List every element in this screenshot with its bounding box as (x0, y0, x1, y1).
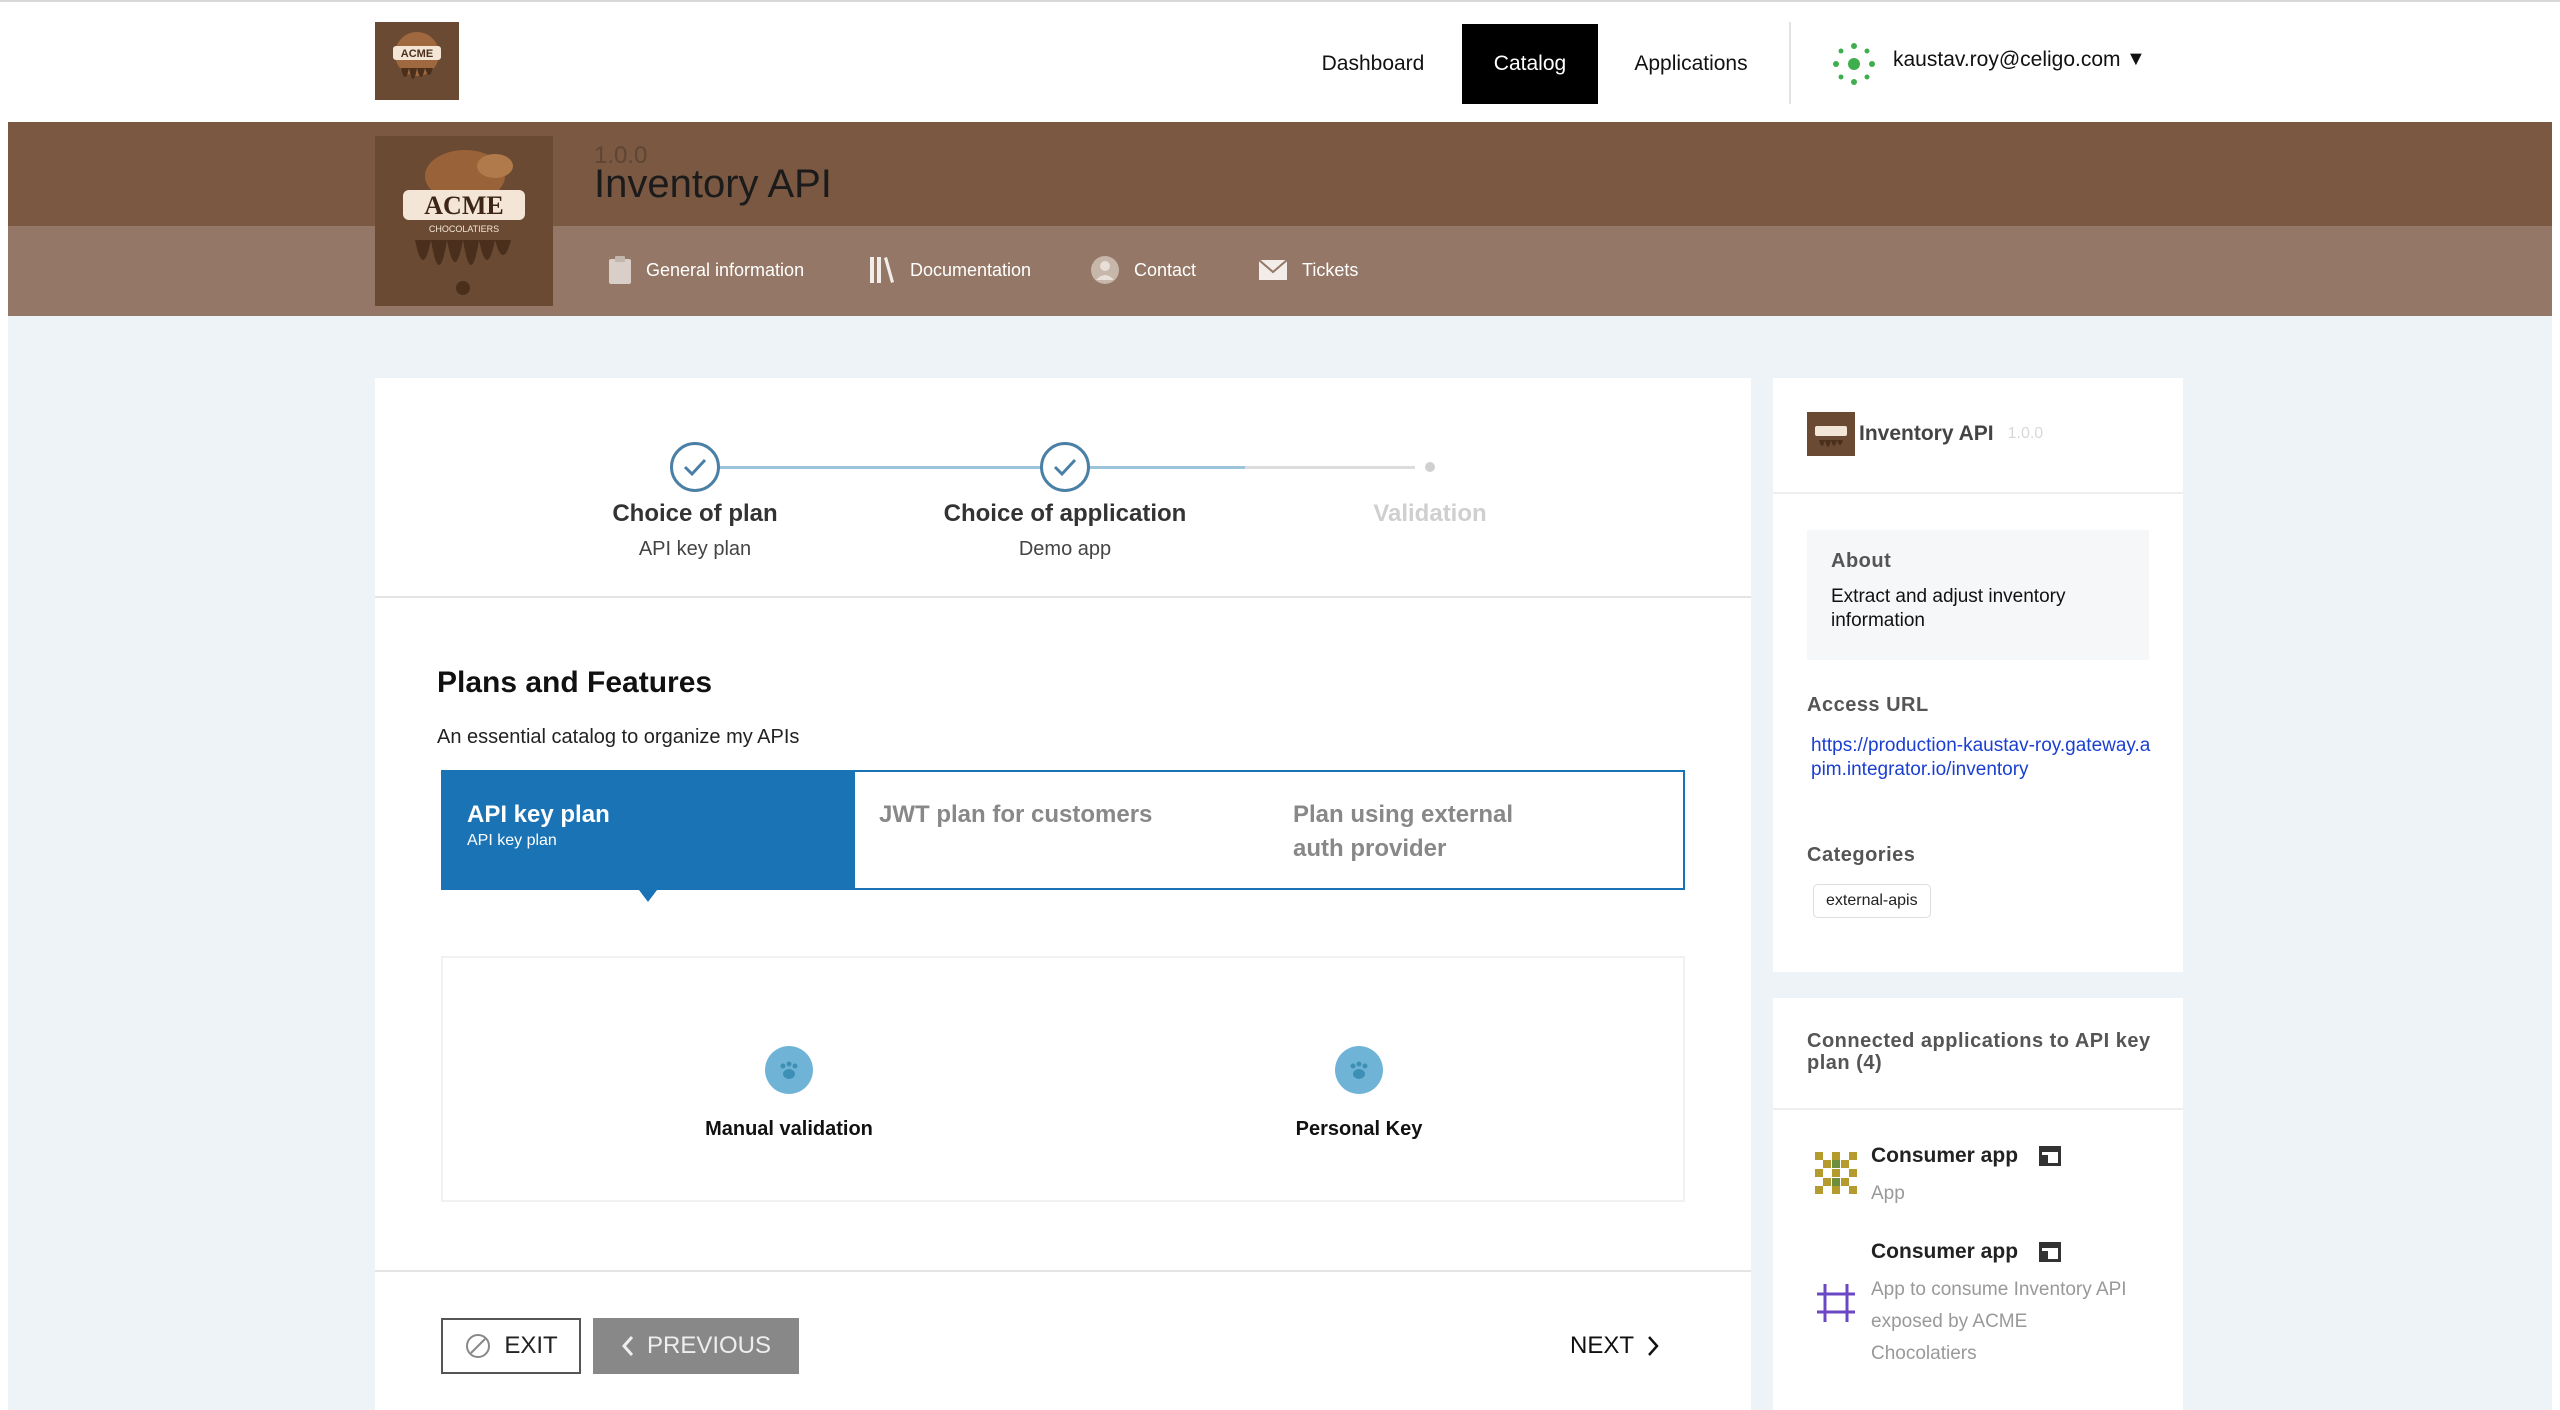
app-avatar-icon (1815, 1152, 1857, 1194)
tab-label: Tickets (1302, 259, 1359, 280)
tab-label: General information (646, 259, 805, 280)
next-button[interactable]: NEXT (1555, 1318, 1675, 1374)
acme-logo[interactable]: ACME (375, 22, 459, 100)
about-box: About Extract and adjust inventory infor… (1807, 530, 2149, 660)
application-window-icon (2039, 1242, 2062, 1262)
plan-name: API key plan (467, 801, 610, 828)
divider (1773, 1108, 2183, 1110)
plan-sub: API key plan (467, 832, 557, 849)
clipboard-icon (609, 256, 631, 284)
plan-external-auth[interactable]: Plan using external auth provider (1269, 772, 1569, 888)
about-label: About (1831, 550, 1892, 572)
cancel-icon (466, 1334, 491, 1358)
api-info-header: Inventory API 1.0.0 (1807, 412, 2043, 456)
feature-label: Personal Key (1295, 1118, 1423, 1140)
divider (375, 596, 1751, 598)
category-tag[interactable]: external-apis (1813, 884, 1931, 918)
plan-api-key[interactable]: API key plan API key plan (443, 772, 855, 888)
app-name-text: Consumer app (1871, 1240, 2019, 1263)
app-avatar-icon (1817, 1284, 1855, 1322)
step-subtitle: API key plan (638, 538, 752, 560)
tab-label: Documentation (910, 259, 1032, 280)
top-navigation: ACME Dashboard Catalog Applications kaus… (0, 0, 2560, 122)
feature-label: Manual validation (705, 1118, 873, 1140)
list-item[interactable]: Consumer app App (1811, 1144, 2151, 1214)
step-title: Choice of plan (612, 500, 778, 527)
nav-divider (1789, 22, 1791, 104)
chevron-down-icon[interactable]: ▼ (2126, 48, 2146, 71)
chevron-right-icon (1648, 1336, 1659, 1356)
api-title: Inventory API (594, 162, 832, 206)
selected-plan-pointer (639, 890, 657, 902)
svg-text:ACME: ACME (401, 48, 433, 60)
acme-chocolatiers-logo: ACME CHOCOLATIERS (375, 136, 553, 306)
about-text: Extract and adjust inventory information (1831, 586, 2066, 631)
tab-documentation[interactable]: Documentation (868, 250, 1031, 290)
api-header: ACME CHOCOLATIERS 1.0.0 Inventory API Ge… (8, 122, 2552, 316)
acme-logo (1807, 412, 1855, 456)
exit-label: EXIT (504, 1332, 558, 1359)
step-title: Choice of application (943, 500, 1187, 527)
person-icon (1091, 256, 1119, 284)
exit-button[interactable]: EXIT (441, 1318, 581, 1374)
books-icon (870, 257, 894, 283)
step-2-check-icon (1040, 442, 1090, 492)
step-connector (1065, 466, 1245, 469)
nav-applications[interactable]: Applications (1618, 24, 1764, 104)
access-url-link[interactable]: https://production-kaustav-roy.gateway.a… (1811, 734, 2151, 782)
chevron-left-icon (621, 1336, 634, 1356)
app-name-text: Consumer app (1871, 1144, 2019, 1167)
step-1-check-icon (670, 442, 720, 492)
step-subtitle: Demo app (1018, 538, 1112, 560)
svg-text:ACME: ACME (424, 191, 503, 220)
next-label: NEXT (1569, 1332, 1634, 1359)
nav-dashboard[interactable]: Dashboard (1300, 24, 1446, 104)
list-item[interactable]: Consumer app App to consume Inventory AP… (1811, 1240, 2151, 1390)
api-version: 1.0.0 (2007, 425, 2044, 442)
plan-jwt[interactable]: JWT plan for customers (855, 772, 1267, 888)
plans-title: Plans and Features (437, 666, 713, 699)
user-email[interactable]: kaustav.roy@celigo.com (1893, 48, 2121, 72)
app-description: App to consume Inventory API exposed by … (1871, 1279, 2127, 1364)
plan-name: Plan using external auth provider (1293, 801, 1514, 862)
plan-name: JWT plan for customers (879, 801, 1153, 828)
step-3-dot (1425, 462, 1435, 472)
app-description: App (1871, 1183, 1905, 1204)
svg-text:CHOCOLATIERS: CHOCOLATIERS (429, 224, 499, 234)
step-title: Validation (1373, 500, 1487, 527)
connected-apps-card: Connected applications to API key plan (… (1773, 998, 2183, 1410)
application-window-icon (2039, 1146, 2062, 1166)
subscription-card: Choice of plan API key plan Choice of ap… (375, 378, 1751, 1410)
access-url-label: Access URL (1807, 694, 1929, 716)
divider (1773, 492, 2183, 494)
divider (375, 1270, 1751, 1272)
step-connector (1245, 466, 1415, 469)
connected-apps-title: Connected applications to API key plan (… (1807, 1030, 2151, 1074)
tab-label: Contact (1134, 259, 1197, 280)
app-name: Consumer app (1871, 1240, 2062, 1264)
tab-general-information[interactable]: General information (608, 250, 804, 290)
feature-manual-validation: Manual validation (639, 1046, 939, 1141)
plan-features: Manual validation Personal Key (441, 956, 1685, 1202)
nav-catalog[interactable]: Catalog (1462, 24, 1598, 104)
api-info-card: Inventory API 1.0.0 About Extract and ad… (1773, 378, 2183, 972)
previous-button[interactable]: PREVIOUS (593, 1318, 799, 1374)
categories-label: Categories (1807, 844, 1916, 866)
tab-tickets[interactable]: Tickets (1258, 250, 1358, 290)
step-connector (695, 466, 1065, 469)
user-avatar-icon[interactable] (1830, 40, 1878, 88)
paw-icon (765, 1046, 813, 1094)
paw-icon (1335, 1046, 1383, 1094)
feature-personal-key: Personal Key (1209, 1046, 1509, 1141)
tab-contact[interactable]: Contact (1090, 250, 1196, 290)
plan-selector: API key plan API key plan JWT plan for c… (441, 770, 1685, 890)
envelope-icon (1258, 259, 1288, 280)
previous-label: PREVIOUS (646, 1332, 772, 1359)
api-name: Inventory API (1859, 422, 1994, 445)
plans-subtitle: An essential catalog to organize my APIs (437, 726, 800, 748)
app-name: Consumer app (1871, 1144, 2062, 1168)
